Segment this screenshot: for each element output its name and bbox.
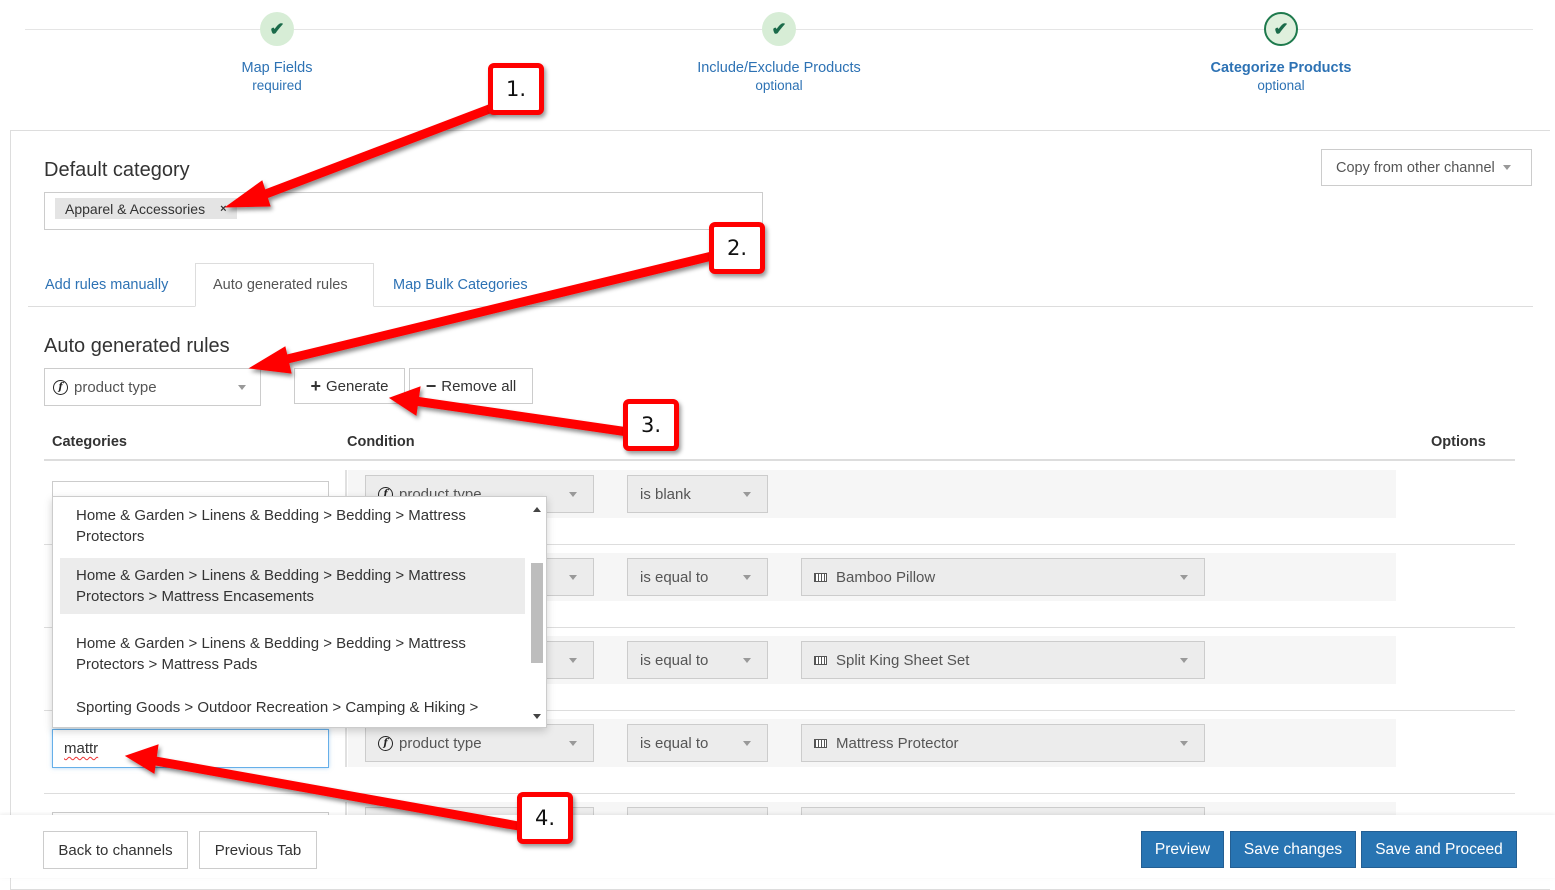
check-icon: ✔ — [1264, 12, 1298, 46]
tab-auto-generated-rules[interactable]: Auto generated rules — [195, 263, 374, 307]
remove-all-button[interactable]: − Remove all — [409, 368, 533, 404]
caret-down-icon — [743, 741, 751, 746]
function-icon: f — [378, 735, 393, 751]
operator-value: is equal to — [640, 651, 709, 669]
caret-down-icon — [569, 575, 577, 580]
step-title: Include/Exclude Products — [697, 60, 861, 76]
wizard-step-include-exclude[interactable]: ✔ Include/Exclude Products optional — [629, 12, 929, 93]
operator-select[interactable]: is equal to — [627, 558, 768, 596]
category-tag: Apparel & Accessories × — [55, 198, 237, 219]
header-condition: Condition — [347, 434, 415, 450]
header-divider — [44, 459, 1515, 461]
caret-down-icon — [1180, 741, 1188, 746]
step-subtitle: optional — [1257, 78, 1305, 93]
remove-tag-icon[interactable]: × — [220, 203, 226, 215]
keyboard-icon — [814, 655, 827, 665]
value-text: Mattress Protector — [836, 734, 959, 752]
wizard-step-map-fields[interactable]: ✔ Map Fields required — [127, 12, 427, 93]
condition-field-select[interactable]: f product type — [365, 724, 594, 762]
caret-down-icon — [743, 575, 751, 580]
save-and-proceed-button[interactable]: Save and Proceed — [1361, 831, 1517, 868]
copy-label: Copy from other channel — [1336, 159, 1495, 176]
dropdown-option[interactable]: Home & Garden > Linens & Bedding > Beddi… — [60, 626, 525, 682]
caret-down-icon — [569, 658, 577, 663]
caret-down-icon — [1180, 575, 1188, 580]
caret-down-icon — [743, 658, 751, 663]
header-options: Options — [1431, 434, 1486, 450]
category-dropdown[interactable]: Home & Garden > Linens & Bedding > Beddi… — [52, 496, 547, 728]
value-select[interactable]: Split King Sheet Set — [801, 641, 1205, 679]
save-changes-button[interactable]: Save changes — [1230, 831, 1356, 868]
caret-down-icon — [743, 492, 751, 497]
keyboard-icon — [814, 572, 827, 582]
value-select[interactable]: Mattress Protector — [801, 724, 1205, 762]
generate-label: Generate — [325, 377, 389, 395]
category-search-input-active[interactable]: mattr — [52, 729, 329, 768]
caret-down-icon — [1180, 658, 1188, 663]
value-text: Split King Sheet Set — [836, 651, 970, 669]
operator-value: is blank — [640, 485, 691, 503]
check-icon: ✔ — [260, 12, 294, 46]
operator-select[interactable]: is equal to — [627, 641, 768, 679]
back-to-channels-button[interactable]: Back to channels — [43, 831, 188, 869]
generate-button[interactable]: + Generate — [294, 368, 405, 404]
step-subtitle: optional — [755, 78, 803, 93]
scroll-down-icon[interactable] — [533, 714, 541, 719]
copy-from-channel-dropdown[interactable]: Copy from other channel — [1321, 149, 1532, 186]
field-select-value: product type — [74, 378, 157, 396]
function-icon: f — [53, 379, 68, 395]
remove-all-label: Remove all — [441, 377, 517, 395]
caret-down-icon — [569, 741, 577, 746]
value-text: Bamboo Pillow — [836, 568, 936, 586]
keyboard-icon — [814, 738, 827, 748]
default-category-label: Default category — [44, 159, 190, 181]
value-select[interactable]: Bamboo Pillow — [801, 558, 1205, 596]
minus-icon: − — [425, 375, 437, 396]
caret-down-icon — [1502, 165, 1511, 170]
step-subtitle: required — [252, 78, 302, 93]
auto-rules-heading: Auto generated rules — [44, 335, 230, 357]
tag-label: Apparel & Accessories — [65, 200, 206, 217]
scrollbar-thumb[interactable] — [531, 563, 543, 663]
annotation-callout-4: 4. — [517, 792, 573, 844]
caret-down-icon — [569, 492, 577, 497]
operator-select[interactable]: is blank — [627, 475, 768, 513]
step-title: Categorize Products — [1210, 60, 1352, 76]
header-categories: Categories — [52, 434, 127, 450]
operator-value: is equal to — [640, 568, 709, 586]
step-title: Map Fields — [241, 60, 313, 76]
operator-value: is equal to — [640, 734, 709, 752]
previous-tab-button[interactable]: Previous Tab — [199, 831, 317, 869]
tab-add-rules-manually[interactable]: Add rules manually — [28, 263, 185, 307]
dropdown-option[interactable]: Sporting Goods > Outdoor Recreation > Ca… — [60, 690, 525, 725]
scroll-up-icon[interactable] — [533, 507, 541, 512]
annotation-callout-2: 2. — [709, 222, 765, 274]
dropdown-option[interactable]: Home & Garden > Linens & Bedding > Beddi… — [60, 498, 525, 554]
row-divider — [44, 793, 1515, 794]
preview-button[interactable]: Preview — [1141, 831, 1224, 868]
dropdown-scrollbar[interactable] — [530, 501, 544, 725]
field-value: product type — [399, 734, 482, 752]
search-value: mattr — [64, 740, 99, 757]
caret-down-icon — [238, 385, 246, 390]
field-select[interactable]: f product type — [44, 368, 261, 406]
tab-map-bulk-categories[interactable]: Map Bulk Categories — [376, 263, 545, 307]
check-icon: ✔ — [762, 12, 796, 46]
plus-icon: + — [310, 375, 321, 396]
annotation-callout-1: 1. — [488, 63, 544, 115]
annotation-callout-3: 3. — [623, 399, 679, 451]
wizard-step-categorize[interactable]: ✔ Categorize Products optional — [1131, 12, 1431, 93]
operator-select[interactable]: is equal to — [627, 724, 768, 762]
dropdown-option-highlighted[interactable]: Home & Garden > Linens & Bedding > Beddi… — [60, 558, 525, 614]
